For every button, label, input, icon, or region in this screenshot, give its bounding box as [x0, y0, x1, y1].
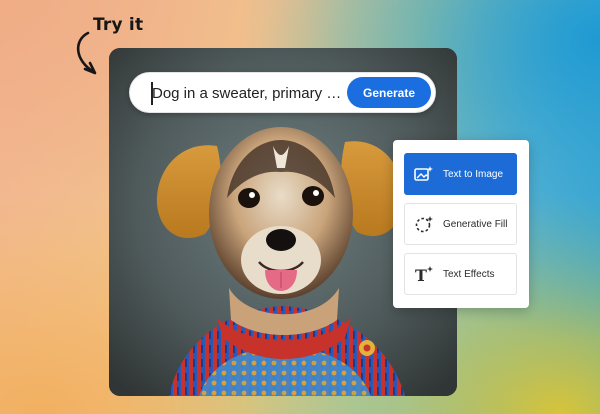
- generative-fill-option[interactable]: Generative Fill: [404, 203, 517, 245]
- generate-button[interactable]: Generate: [347, 77, 431, 108]
- curved-arrow-icon: [76, 31, 97, 75]
- generative-fill-label: Generative Fill: [443, 218, 508, 230]
- text-to-image-option[interactable]: Text to Image: [404, 153, 517, 195]
- prompt-bar: Dog in a sweater, primary colo... Genera…: [129, 72, 436, 113]
- text-effects-option[interactable]: T Text Effects: [404, 253, 517, 295]
- dashed-circle-sparkle-icon: [405, 215, 443, 233]
- image-sparkle-icon: [405, 165, 443, 183]
- text-effects-label: Text Effects: [443, 268, 495, 280]
- text-effect-icon: T: [405, 265, 443, 283]
- svg-text:T: T: [415, 266, 427, 283]
- text-to-image-label: Text to Image: [443, 168, 504, 180]
- prompt-input[interactable]: Dog in a sweater, primary colo...: [152, 84, 348, 104]
- feature-menu: Text to Image Generative Fill T Text Eff…: [393, 140, 529, 308]
